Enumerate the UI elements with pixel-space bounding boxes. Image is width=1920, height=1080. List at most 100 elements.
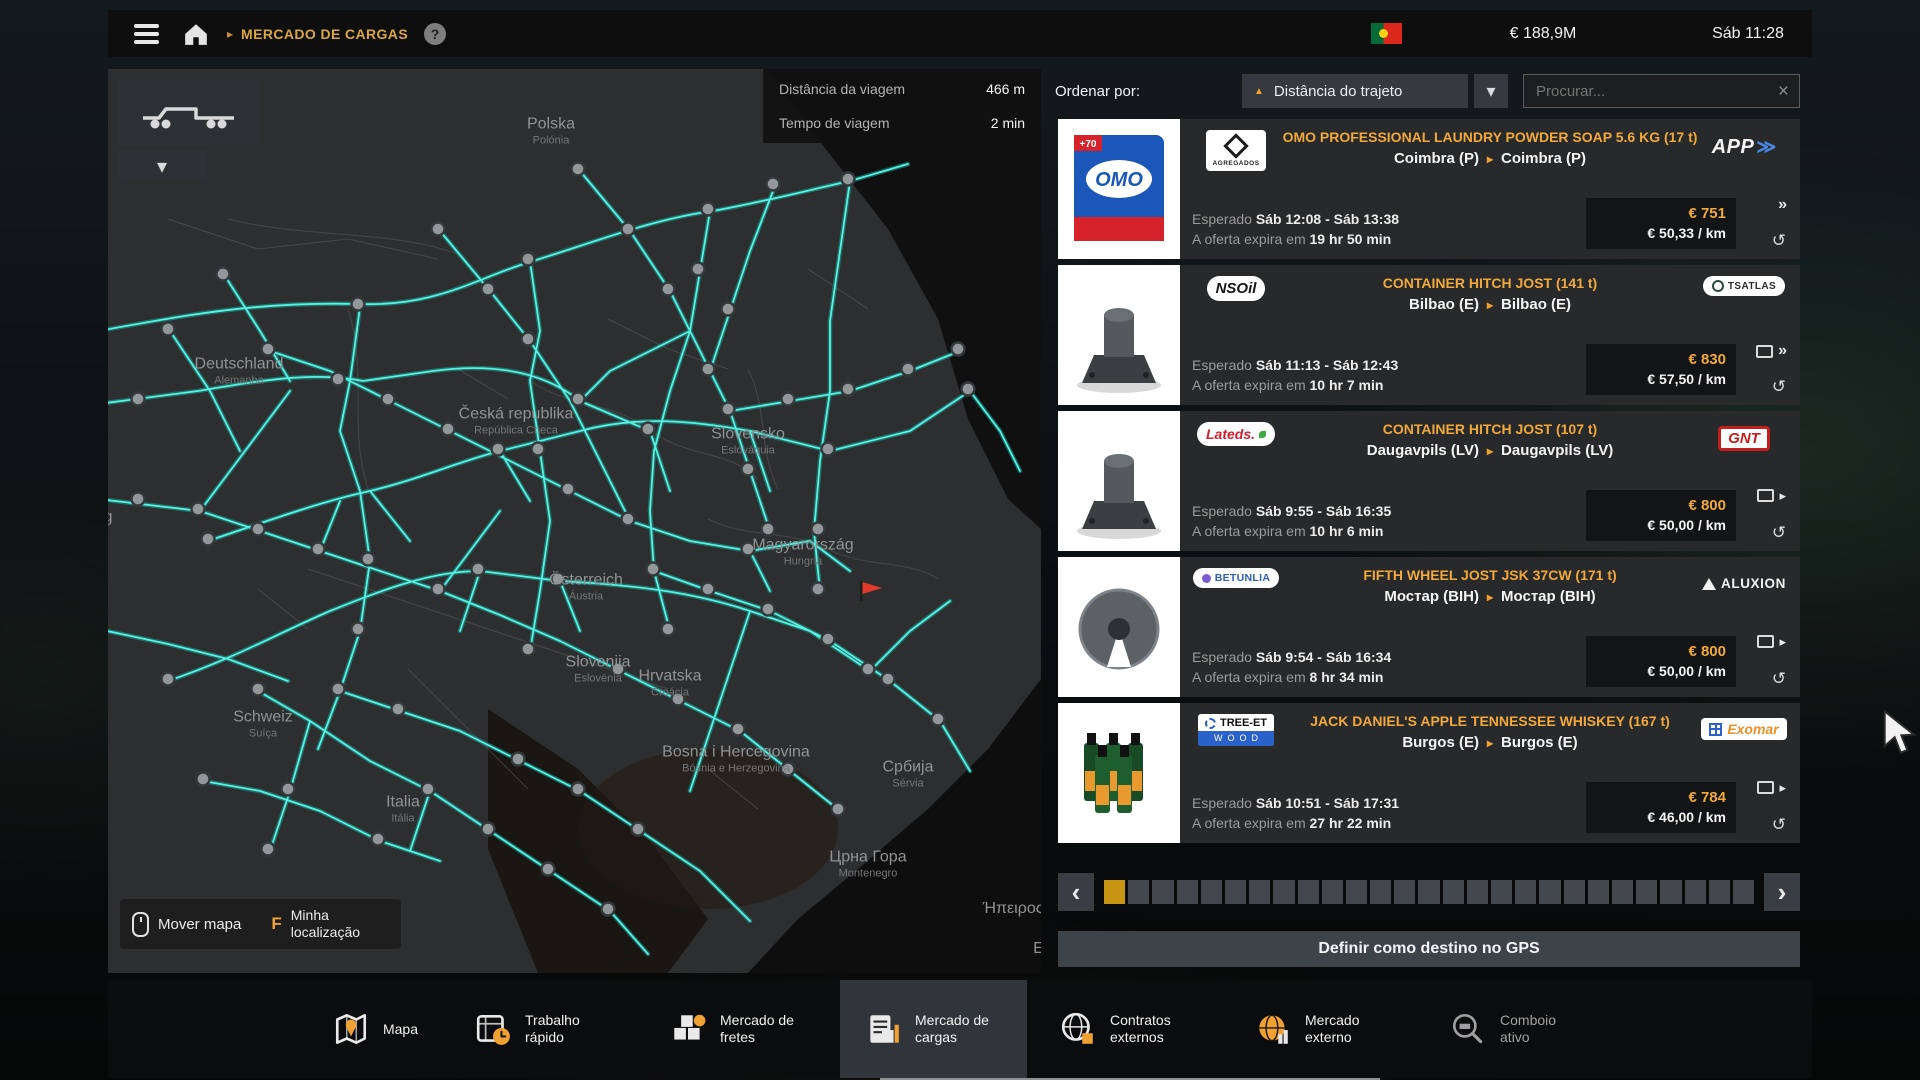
pagination-page[interactable] [1733, 880, 1754, 904]
nav-item-external-market[interactable]: Mercado externo [1230, 980, 1417, 1078]
pagination-page[interactable] [1588, 880, 1609, 904]
pagination-page[interactable] [1346, 880, 1367, 904]
pagination-pages [1104, 880, 1754, 904]
cargo-class-icon [1757, 781, 1774, 794]
pagination-page[interactable] [1370, 880, 1391, 904]
offer-price-per-km: € 50,33 / km [1596, 224, 1726, 243]
sort-select[interactable]: ▲ Distância do trajeto [1242, 74, 1468, 108]
sort-label: Ordenar por: [1055, 83, 1152, 100]
pagination-page[interactable] [1636, 880, 1657, 904]
pagination-page[interactable] [1418, 880, 1439, 904]
nav-item-active-convoy[interactable]: Comboio ativo [1425, 980, 1612, 1078]
menu-icon[interactable] [134, 24, 159, 44]
pagination-page[interactable] [1467, 880, 1488, 904]
sort-dropdown-button[interactable]: ▾ [1474, 74, 1508, 108]
offer-price-per-km: € 50,00 / km [1596, 662, 1726, 681]
price-box: € 800 € 50,00 / km [1586, 490, 1736, 541]
nav-item-cargo-market[interactable]: Mercado de cargas [840, 980, 1027, 1078]
sender-logo: Lateds. [1192, 420, 1280, 446]
direction-arrow-icon: ▸ [1779, 635, 1786, 648]
search-input[interactable] [1534, 82, 1778, 101]
help-button[interactable]: ? [424, 23, 446, 45]
truck-selector-button[interactable] [118, 79, 260, 145]
offers-panel: Ordenar por: ▲ Distância do trajeto ▾ × [1058, 69, 1800, 967]
pagination-page[interactable] [1515, 880, 1536, 904]
nav-item-external-contracts[interactable]: Contratos externos [1035, 980, 1222, 1078]
breadcrumb-arrow-icon: ▸ [227, 27, 233, 41]
direction-arrow-icon: ▸ [1779, 781, 1786, 794]
sort-row: Ordenar por: ▲ Distância do trajeto ▾ × [1058, 73, 1800, 109]
cargo-title: CONTAINER HITCH JOST (107 t) [1383, 420, 1597, 438]
truck-selector-expand-button[interactable]: ▾ [118, 151, 206, 181]
sender-logo: BETUNLIA [1192, 566, 1280, 588]
cargo-class-icon [1756, 345, 1773, 358]
lateds-leaf-icon [1259, 431, 1266, 438]
pagination-page[interactable] [1128, 880, 1149, 904]
nav-item-map[interactable]: Mapa [308, 980, 442, 1078]
trip-time-value: 2 min [991, 115, 1025, 131]
svg-text:OMO: OMO [1095, 169, 1143, 191]
cargo-route: Bilbao (E) ▸ Bilbao (E) [1409, 296, 1571, 313]
trailer-return-icon: ↺ [1772, 816, 1786, 833]
pagination: ‹ › [1058, 873, 1800, 911]
top-bar: ▸ MERCADO DE CARGAS ? € 188,9M Sáb 11:28 [108, 10, 1812, 57]
pagination-page[interactable] [1685, 880, 1706, 904]
receiver-logo: ALUXION [1700, 566, 1788, 591]
nav-item-quick-job[interactable]: Trabalho rápido [450, 980, 637, 1078]
pagination-page[interactable] [1660, 880, 1681, 904]
cargo-offer-row[interactable]: OMO +70 AGREGADOS O [1058, 119, 1800, 259]
portugal-flag-icon [1371, 23, 1402, 44]
world-map[interactable]: PolskaPolóniaDeutschlandAlemanhaČeská re… [108, 69, 1041, 973]
pagination-page[interactable] [1564, 880, 1585, 904]
set-gps-destination-button[interactable]: Definir como destino no GPS [1058, 931, 1800, 967]
receiver-logo: Exomar [1700, 712, 1788, 740]
pagination-page[interactable] [1177, 880, 1198, 904]
route-from: Coimbra (P) [1394, 150, 1479, 167]
cargo-route: Мостар (BIH) ▸ Мостар (BIH) [1384, 588, 1595, 605]
trip-distance-label: Distância da viagem [779, 81, 905, 97]
cargo-thumbnail [1058, 265, 1180, 405]
cargo-title: FIFTH WHEEL JOST JSK 37CW (171 t) [1363, 566, 1616, 584]
pagination-page[interactable] [1201, 880, 1222, 904]
aluxion-triangle-icon [1702, 578, 1716, 590]
pagination-next-button[interactable]: › [1764, 873, 1800, 911]
cargo-offer-row[interactable]: BETUNLIA FIFTH WHEEL JOST JSK 37CW (171 … [1058, 557, 1800, 697]
cargo-offer-row[interactable]: TREE-ET WOOD JACK DANIEL'S APPLE TENNESS… [1058, 703, 1800, 843]
offer-price-per-km: € 46,00 / km [1596, 808, 1726, 827]
pagination-page[interactable] [1104, 880, 1125, 904]
pagination-page[interactable] [1225, 880, 1246, 904]
cargo-offer-row[interactable]: Lateds. CONTAINER HITCH JOST (107 t) Dau… [1058, 411, 1800, 551]
trip-distance-value: 466 m [986, 81, 1025, 97]
pagination-page[interactable] [1443, 880, 1464, 904]
nav-item-freight-market[interactable]: Mercado de fretes [645, 980, 832, 1078]
offer-price: € 751 [1596, 204, 1726, 224]
pagination-page[interactable] [1491, 880, 1512, 904]
mouse-cursor [1882, 710, 1920, 763]
key-f-badge: F [271, 914, 281, 934]
offer-times: Esperado Sáb 9:55 - Sáb 16:35 A oferta e… [1192, 501, 1586, 541]
betunlia-flower-icon [1202, 574, 1211, 583]
pagination-prev-button[interactable]: ‹ [1058, 873, 1094, 911]
pagination-page[interactable] [1322, 880, 1343, 904]
offer-icons: » ↺ [1742, 343, 1788, 395]
pagination-page[interactable] [1249, 880, 1270, 904]
pagination-page[interactable] [1612, 880, 1633, 904]
receiver-logo: APP ≫ [1700, 128, 1788, 159]
external-market-icon [1254, 1010, 1292, 1048]
home-button[interactable] [183, 22, 209, 46]
pagination-page[interactable] [1273, 880, 1294, 904]
offer-price: € 800 [1596, 642, 1726, 662]
route-from: Burgos (E) [1402, 734, 1479, 751]
pagination-page[interactable] [1539, 880, 1560, 904]
route-to: Burgos (E) [1501, 734, 1578, 751]
pagination-page[interactable] [1298, 880, 1319, 904]
pagination-page[interactable] [1152, 880, 1173, 904]
route-to: Мостар (BIH) [1501, 588, 1596, 605]
clear-search-icon[interactable]: × [1778, 82, 1789, 101]
trailer-return-icon: ↺ [1772, 524, 1786, 541]
pagination-page[interactable] [1394, 880, 1415, 904]
cargo-offer-row[interactable]: NSOil CONTAINER HITCH JOST (141 t) Bilba… [1058, 265, 1800, 405]
offer-price-per-km: € 50,00 / km [1596, 516, 1726, 535]
pagination-page[interactable] [1709, 880, 1730, 904]
route-arrow-icon: ▸ [1487, 152, 1493, 166]
